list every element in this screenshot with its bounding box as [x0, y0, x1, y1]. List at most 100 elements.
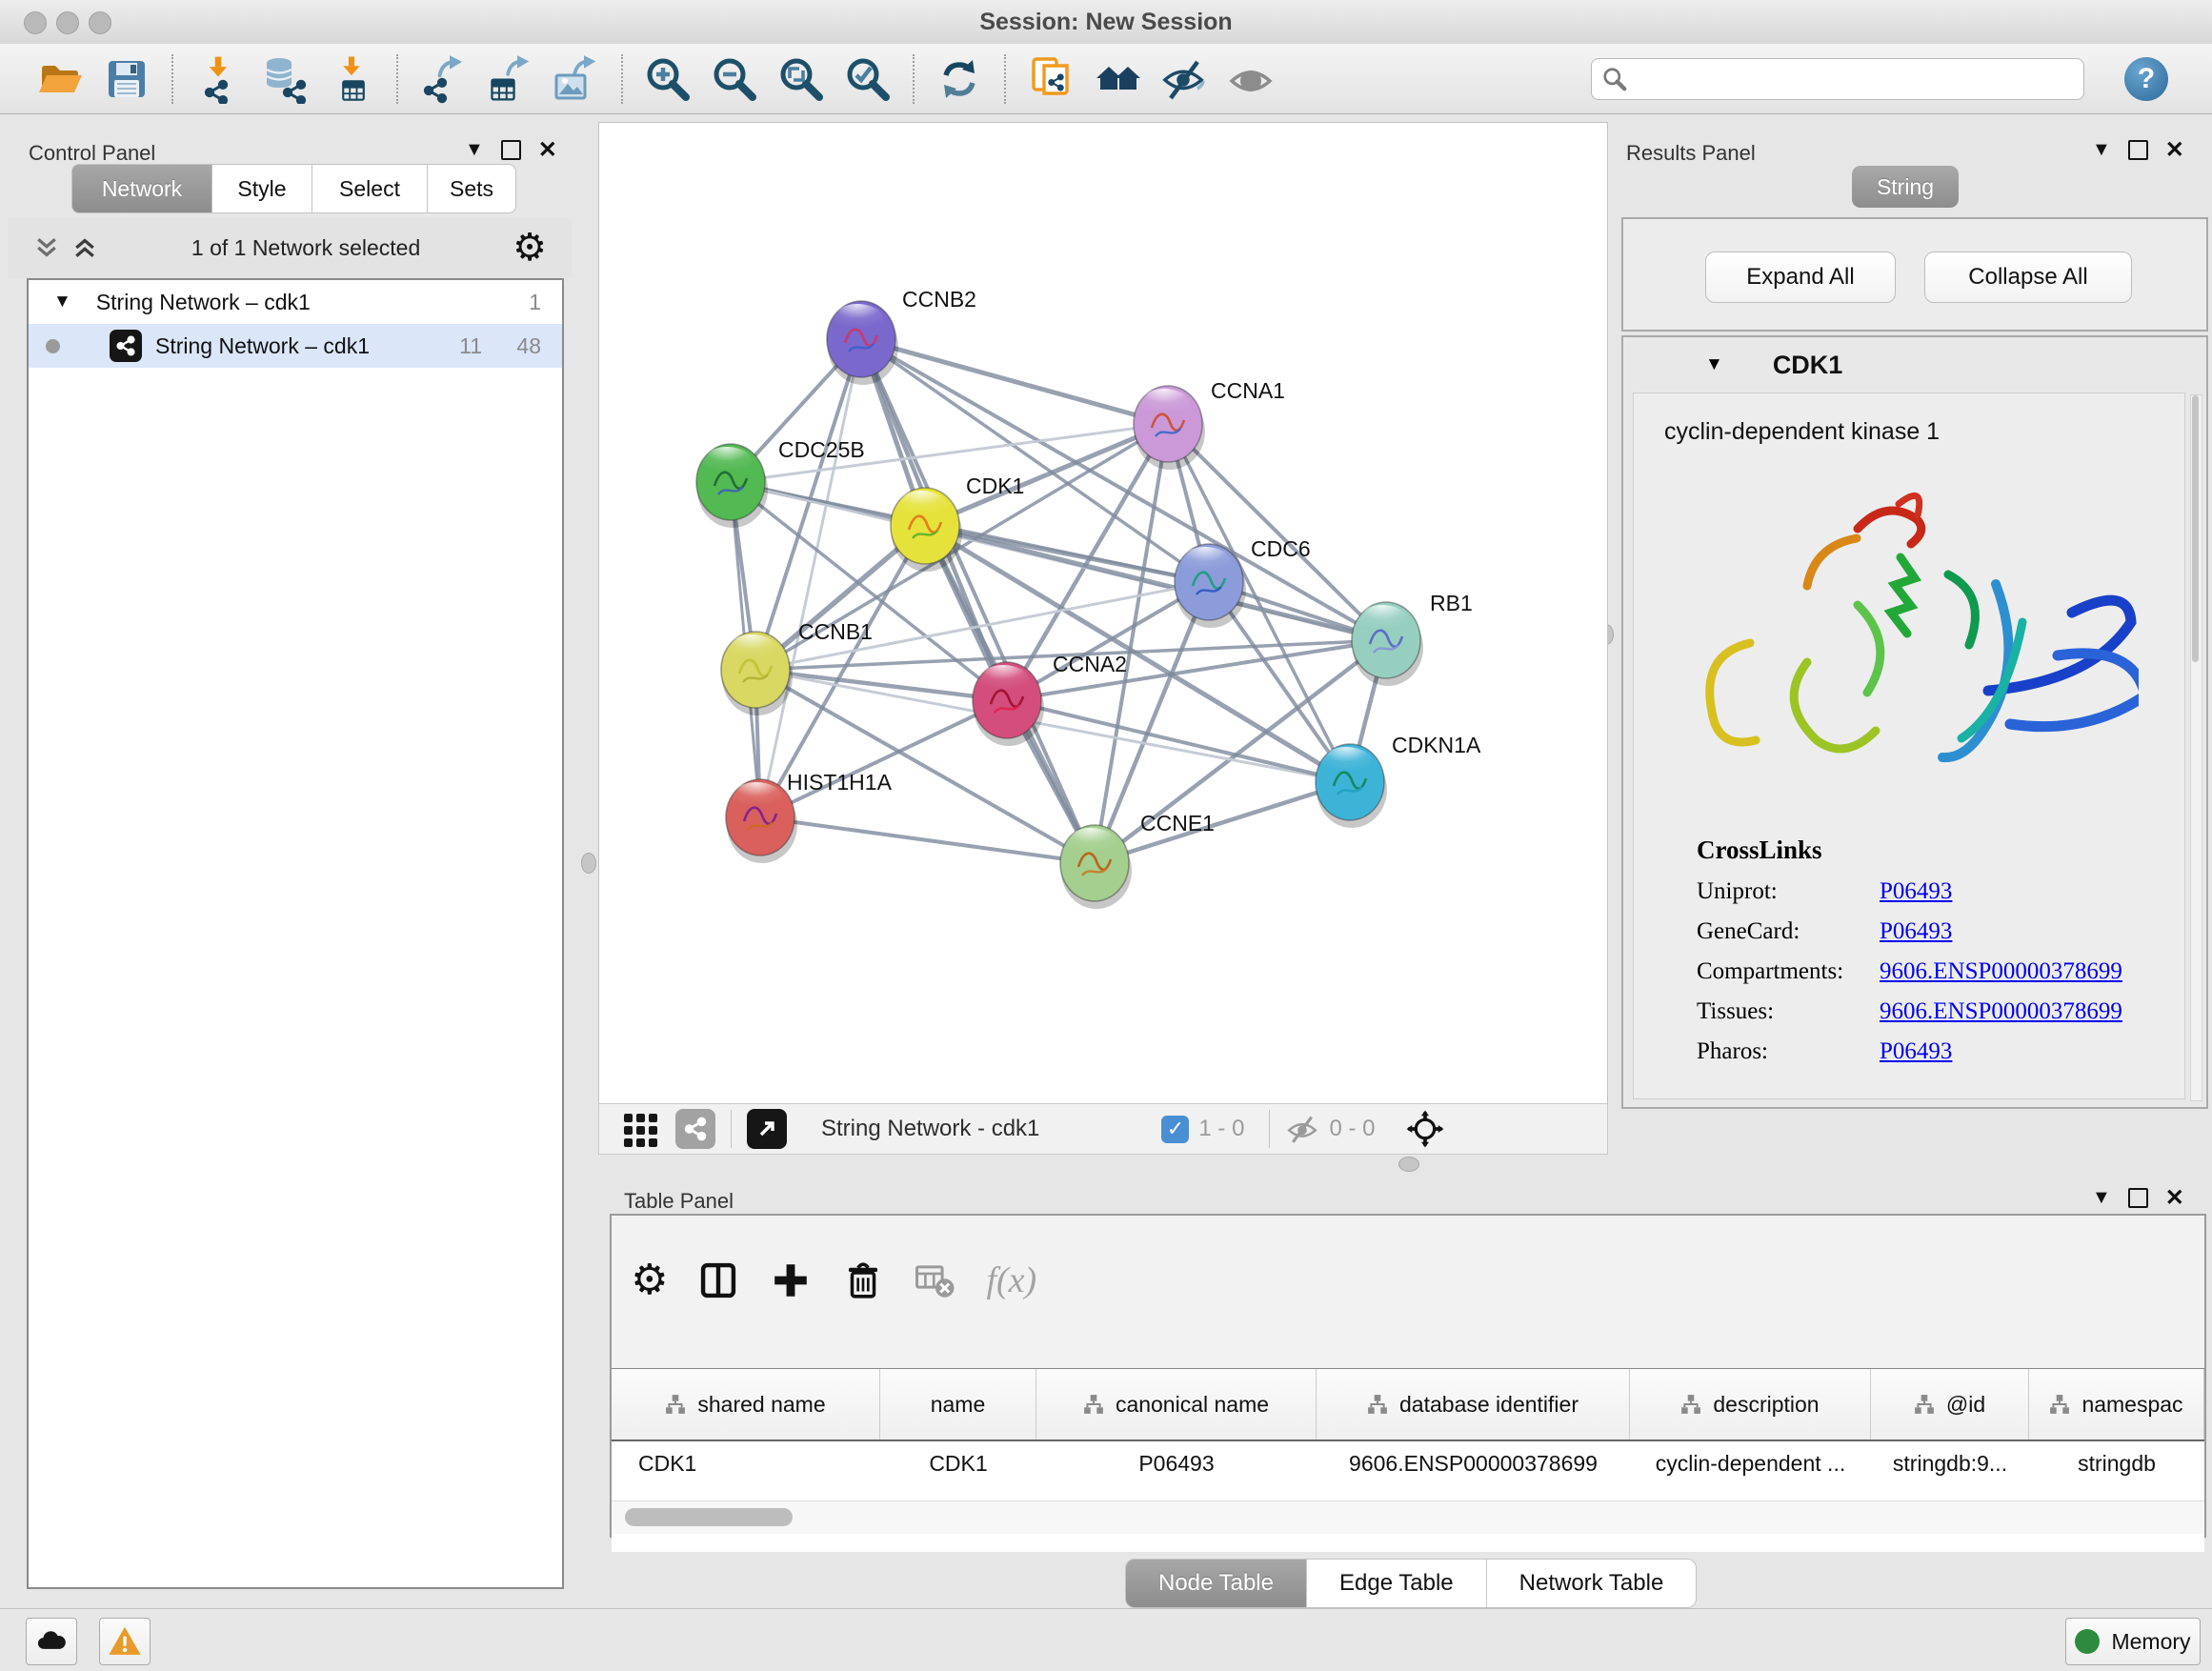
export-image-button[interactable] — [550, 52, 603, 106]
show-columns-icon[interactable] — [696, 1258, 740, 1302]
table-cell[interactable]: 9606.ENSP00000378699 — [1317, 1441, 1630, 1485]
network-edge[interactable] — [1007, 700, 1350, 782]
network-edge[interactable] — [861, 339, 1095, 863]
first-neighbors-button[interactable] — [1091, 52, 1144, 106]
gene-section-header[interactable]: ▼ CDK1 — [1623, 337, 2206, 393]
help-button[interactable]: ? — [2124, 57, 2168, 101]
crosslink-link[interactable]: P06493 — [1880, 1038, 1952, 1065]
delete-table-icon[interactable] — [914, 1258, 957, 1302]
warnings-button[interactable] — [99, 1618, 151, 1665]
detach-view-icon[interactable] — [747, 1109, 787, 1149]
table-cell[interactable]: CDK1 — [880, 1441, 1036, 1485]
left-splitter-handle[interactable] — [581, 853, 596, 874]
network-graph[interactable]: CCNB2CCNA1CDC25BCDK1CDC6RB1CCNB1CCNA2CDK… — [599, 123, 1609, 1104]
results-scrollbar-thumb[interactable] — [2192, 395, 2199, 662]
network-node-hist1h1a[interactable]: HIST1H1A — [726, 770, 893, 863]
search-field[interactable] — [1591, 58, 2084, 100]
network-edge[interactable] — [1095, 782, 1350, 863]
function-builder-icon[interactable]: f(x) — [986, 1259, 1036, 1301]
control-panel-menu-icon[interactable]: ▼ — [465, 139, 484, 161]
add-column-icon[interactable] — [769, 1258, 813, 1302]
zoom-in-button[interactable] — [641, 52, 694, 106]
network-view-icon[interactable] — [675, 1109, 715, 1149]
network-node-ccnb2[interactable]: CCNB2 — [827, 287, 976, 385]
import-table-button[interactable] — [325, 52, 378, 106]
table-row[interactable]: CDK1CDK1P064939606.ENSP00000378699cyclin… — [612, 1441, 2204, 1485]
tab-network[interactable]: Network — [71, 164, 212, 213]
clone-network-button[interactable] — [1024, 52, 1077, 106]
tab-select[interactable]: Select — [312, 164, 428, 213]
import-network-button[interactable] — [191, 52, 245, 106]
results-panel-float-icon[interactable] — [2128, 140, 2148, 160]
birds-eye-crosshair-icon[interactable] — [1405, 1109, 1445, 1149]
network-edge[interactable] — [760, 700, 1007, 817]
tab-sets[interactable]: Sets — [428, 164, 516, 213]
tab-style[interactable]: Style — [212, 164, 312, 213]
crosslink-link[interactable]: 9606.ENSP00000378699 — [1880, 958, 2122, 985]
network-view-canvas[interactable]: CCNB2CCNA1CDC25BCDK1CDC6RB1CCNB1CCNA2CDK… — [598, 122, 1608, 1103]
control-panel-close-icon[interactable]: ✕ — [538, 142, 557, 158]
network-node-rb1[interactable]: RB1 — [1352, 591, 1473, 686]
table-hscrollbar[interactable] — [612, 1500, 2204, 1534]
table-cell[interactable]: cyclin-dependent ... — [1630, 1441, 1871, 1485]
memory-button[interactable]: Memory — [2065, 1618, 2201, 1665]
network-row[interactable]: String Network – cdk1 11 48 — [29, 324, 562, 368]
hidden-items-icon[interactable] — [1285, 1112, 1319, 1146]
export-network-button[interactable] — [416, 52, 470, 106]
table-panel-menu-icon[interactable]: ▼ — [2092, 1187, 2111, 1209]
network-options-gear-icon[interactable]: ⚙ — [513, 229, 547, 267]
import-network-from-database-button[interactable] — [258, 52, 312, 106]
refresh-button[interactable] — [933, 52, 986, 106]
tab-network-table[interactable]: Network Table — [1486, 1560, 1697, 1607]
table-panel-float-icon[interactable] — [2128, 1188, 2148, 1208]
network-edge[interactable] — [760, 817, 1095, 863]
zoom-window-button[interactable] — [89, 11, 111, 34]
table-hscrollbar-thumb[interactable] — [625, 1508, 793, 1526]
collection-expander-icon[interactable]: ▼ — [53, 292, 71, 312]
gene-expander-icon[interactable]: ▼ — [1705, 354, 1723, 375]
column-header-namespac[interactable]: namespac — [2029, 1369, 2204, 1439]
table-cell[interactable]: stringdb:9... — [1871, 1441, 2029, 1485]
grid-view-icon[interactable] — [620, 1108, 662, 1150]
network-node-cdc25b[interactable]: CDC25B — [696, 437, 865, 528]
results-panel-close-icon[interactable]: ✕ — [2165, 142, 2184, 158]
export-table-button[interactable] — [483, 52, 536, 106]
network-edge[interactable] — [755, 670, 1007, 700]
control-panel-float-icon[interactable] — [501, 140, 521, 160]
network-edge[interactable] — [861, 339, 1168, 424]
results-panel-menu-icon[interactable]: ▼ — [2092, 139, 2111, 161]
expand-all-icon[interactable] — [70, 233, 99, 262]
table-cell[interactable]: CDK1 — [612, 1441, 880, 1485]
network-collection-row[interactable]: ▼ String Network – cdk1 1 — [29, 280, 562, 324]
zoom-fit-button[interactable] — [774, 52, 828, 106]
column-header-database-identifier[interactable]: database identifier — [1317, 1369, 1630, 1439]
tab-edge-table[interactable]: Edge Table — [1306, 1560, 1486, 1607]
column-header-name[interactable]: name — [880, 1369, 1036, 1439]
crosslink-link[interactable]: P06493 — [1880, 878, 1952, 905]
network-edge[interactable] — [861, 339, 1386, 640]
crosslink-link[interactable]: 9606.ENSP00000378699 — [1880, 998, 2122, 1025]
delete-column-icon[interactable] — [841, 1258, 885, 1302]
collapse-all-button[interactable]: Collapse All — [1924, 252, 2132, 303]
column-header-description[interactable]: description — [1630, 1369, 1871, 1439]
column-header-canonical-name[interactable]: canonical name — [1036, 1369, 1317, 1439]
tab-node-table[interactable]: Node Table — [1126, 1560, 1306, 1607]
search-input[interactable] — [1628, 66, 2074, 92]
table-cell[interactable]: P06493 — [1036, 1441, 1317, 1485]
cloud-button[interactable] — [26, 1618, 77, 1665]
selected-nodes-checkbox[interactable]: ✓ — [1161, 1116, 1189, 1143]
save-session-button[interactable] — [100, 52, 153, 106]
network-node-ccna2[interactable]: CCNA2 — [973, 652, 1127, 746]
hide-selected-button[interactable] — [1157, 52, 1211, 106]
collapse-all-icon[interactable] — [32, 233, 61, 262]
network-node-cdkn1a[interactable]: CDKN1A — [1316, 733, 1481, 828]
show-all-button[interactable] — [1224, 52, 1277, 106]
column-header--id[interactable]: @id — [1871, 1369, 2029, 1439]
table-options-gear-icon[interactable]: ⚙ — [631, 1259, 668, 1301]
table-panel-close-icon[interactable]: ✕ — [2165, 1190, 2184, 1206]
crosslink-link[interactable]: P06493 — [1880, 918, 1952, 945]
open-file-button[interactable] — [33, 52, 87, 106]
zoom-out-button[interactable] — [708, 52, 761, 106]
tab-string[interactable]: String — [1852, 166, 1959, 208]
zoom-selected-button[interactable] — [841, 52, 895, 106]
